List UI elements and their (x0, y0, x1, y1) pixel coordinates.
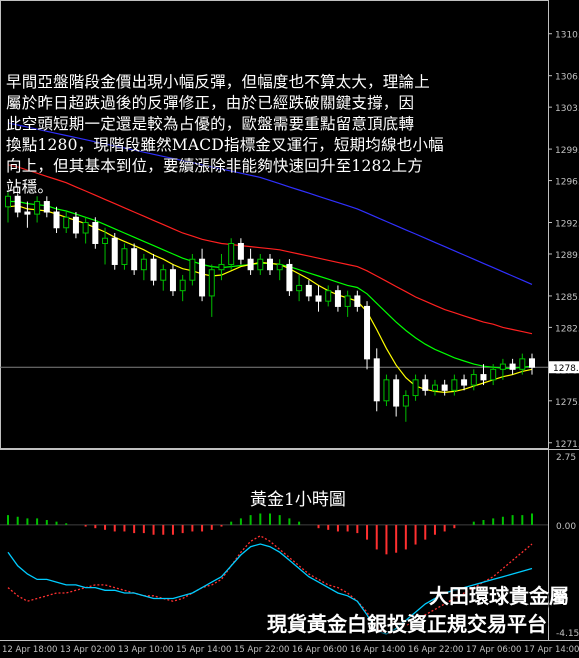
candle-body (169, 269, 176, 292)
price-tick-label: 1299. (555, 146, 579, 156)
candle-body (199, 258, 206, 297)
time-label: 16 Apr 06:00 (292, 645, 347, 655)
current-price-label: 1278. (553, 364, 579, 374)
candle-body (364, 305, 371, 360)
price-tick-label: 1310. (555, 31, 579, 41)
candle-body (14, 195, 21, 213)
candle-body (276, 263, 283, 271)
candle-body (102, 237, 109, 244)
time-label: 16 Apr 14:00 (350, 645, 405, 655)
price-axis: 1310. 1306. 1303. 1299. 1296. 1292. 1289. 1285.… (548, 31, 579, 639)
macd-axis-label: 2.75 (556, 453, 576, 463)
market-commentary: 早間亞盤階段金價出現小幅反彈，但幅度也不算太大，理論上 屬於昨日超跌過後的反彈修… (6, 72, 551, 198)
candle-body (179, 279, 186, 292)
candle-body (499, 363, 506, 370)
candle-body (286, 263, 293, 292)
candlesticks (5, 185, 535, 422)
candle-body (43, 201, 50, 213)
chart-title: 黃金1小時圖 (250, 490, 346, 510)
candle-body (315, 295, 322, 302)
broker-slogan: 現貨黃金白銀投資正規交易平台 (267, 612, 547, 636)
broker-watermark: 大田環球貴金屬 (429, 584, 569, 608)
candle-body (160, 269, 167, 281)
candle-body (257, 258, 264, 271)
ma-fast-line (7, 205, 533, 394)
candle-body (383, 379, 390, 402)
time-label: 15 Apr 14:00 (176, 645, 231, 655)
macd-axis-label: -4.15 (556, 629, 579, 639)
candle-body (34, 201, 41, 215)
commentary-line: 早間亞盤階段金價出現小幅反彈，但幅度也不算太大，理論上 (6, 73, 430, 91)
candle-body (92, 222, 99, 244)
candle-body (237, 242, 244, 260)
candle-body (228, 242, 235, 265)
candle-body (24, 211, 31, 215)
time-label: 13 Apr 10:00 (118, 645, 173, 655)
candle-body (208, 269, 215, 297)
candle-body (305, 284, 312, 297)
time-label: 17 Apr 14:00 (524, 645, 579, 655)
price-tick-label: 1303. (555, 104, 579, 114)
candle-body (296, 284, 303, 292)
candle-body (344, 295, 351, 307)
candle-body (529, 358, 535, 368)
candle-body (451, 379, 458, 391)
candle-body (247, 258, 254, 271)
time-label: 17 Apr 06:00 (466, 645, 521, 655)
time-axis: 12 Apr 18:00 13 Apr 02:00 13 Apr 10:00 15 A… (2, 645, 579, 655)
candle-body (121, 248, 128, 265)
candle-body (519, 358, 526, 370)
candle-body (131, 248, 138, 271)
time-label: 13 Apr 02:00 (60, 645, 115, 655)
candle-body (393, 379, 400, 407)
commentary-line: 屬於昨日超跌過後的反彈修正，由於已經跌破關鍵支撐，因 (6, 94, 415, 112)
candle-body (325, 290, 332, 302)
time-label: 16 Apr 22:00 (408, 645, 463, 655)
candle-body (373, 358, 380, 402)
candle-body (490, 368, 497, 381)
price-tick-label: 1289. (555, 251, 579, 261)
price-tick-label: 1296. (555, 178, 579, 188)
candle-body (82, 222, 89, 234)
price-tick-label: 1285. (555, 293, 579, 303)
price-tick-label: 1292. (555, 220, 579, 230)
candle-body (509, 363, 516, 370)
candle-body (422, 379, 429, 391)
price-tick-label: 1282. (555, 324, 579, 334)
time-label: 12 Apr 18:00 (2, 645, 57, 655)
time-label: 15 Apr 22:00 (234, 645, 289, 655)
commentary-line: 站穩。 (6, 178, 54, 196)
price-tick-label: 1275. (555, 398, 579, 408)
commentary-line: 此空頭短期一定還是較為占優的，歐盤需要重點留意頂底轉 (6, 115, 415, 133)
candle-body (441, 384, 448, 391)
candle-body (150, 258, 157, 281)
macd-axis-label: 0.00 (556, 522, 576, 532)
candle-body (431, 384, 438, 391)
candle-body (218, 263, 225, 271)
candle-body (140, 258, 147, 271)
candle-body (354, 295, 361, 307)
candle-body (470, 374, 477, 386)
price-tick-label: 1271. (555, 440, 579, 450)
candle-body (461, 379, 468, 386)
candle-body (72, 216, 79, 234)
commentary-line: 向上，但其基本到位，要續漲除非能夠快速回升至1282上方 (6, 157, 424, 175)
candle-body (111, 237, 118, 265)
candle-body (412, 379, 419, 397)
candle-body (480, 374, 487, 381)
commentary-line: 換點1280，現階段雖然MACD指標金叉運行，短期均線也小幅 (6, 136, 444, 154)
candle-body (402, 395, 409, 407)
candle-body (334, 290, 341, 307)
candle-body (63, 216, 70, 229)
candle-body (189, 258, 196, 281)
price-tick-label: 1306. (555, 73, 579, 83)
candle-body (267, 258, 273, 271)
candle-body (53, 211, 60, 229)
